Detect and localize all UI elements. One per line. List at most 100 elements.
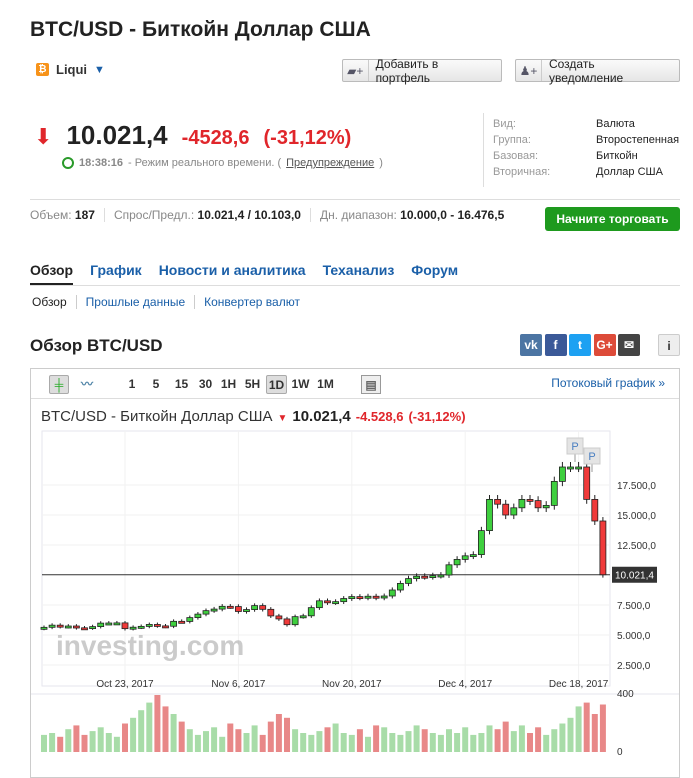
y-tick-label: 7.500,0 — [617, 601, 651, 612]
volume-bar — [340, 733, 347, 752]
volume-bar — [551, 729, 558, 752]
candle-body — [267, 608, 275, 617]
y-tick-label: 5.000,0 — [617, 631, 651, 642]
volume-bar — [308, 734, 315, 752]
candle-body — [575, 466, 582, 470]
volume-bar — [186, 729, 193, 752]
candle-body — [194, 613, 202, 619]
candle-body — [356, 596, 364, 600]
volume-bar — [162, 706, 169, 752]
volume-bar — [502, 721, 509, 752]
candle-body — [518, 499, 526, 509]
candle-body — [567, 466, 574, 470]
candle-body — [129, 626, 137, 630]
volume-bar — [494, 729, 501, 752]
candle-body — [559, 466, 566, 482]
volume-bar — [373, 725, 380, 752]
volume-bar — [446, 729, 452, 752]
volume-bar — [73, 725, 80, 752]
candle-body — [113, 622, 121, 626]
volume-bar — [138, 710, 145, 752]
candle-body — [40, 626, 48, 630]
volume-bar — [178, 721, 185, 752]
candle-body — [405, 578, 412, 584]
volume-bar — [275, 714, 282, 752]
candle-body — [413, 575, 421, 580]
volume-bar — [81, 734, 88, 752]
candle-body — [186, 617, 194, 622]
candle-body — [469, 554, 477, 558]
volume-bar — [211, 727, 218, 752]
candle-body — [372, 595, 380, 599]
volume-bar — [413, 725, 420, 752]
volume-bar — [292, 729, 299, 752]
candle-body — [550, 480, 558, 506]
marker-label: P — [571, 441, 578, 453]
candle-body — [307, 607, 315, 617]
volume-tick-label: 0 — [617, 747, 623, 758]
candle-body — [583, 466, 591, 500]
candle-body — [429, 575, 437, 579]
candle-body — [421, 575, 429, 579]
x-tick-label: Dec 18, 2017 — [549, 679, 609, 690]
candle-body — [275, 615, 283, 620]
last-price-label: 10.021,4 — [615, 571, 654, 582]
candle-body — [494, 499, 502, 505]
volume-bar — [356, 729, 363, 752]
volume-bar — [97, 727, 104, 752]
volume-bar — [486, 725, 493, 752]
volume-bar — [251, 725, 258, 752]
candle-body — [453, 559, 461, 566]
candle-body — [162, 625, 169, 629]
candle-body — [477, 530, 485, 556]
candle-body — [332, 601, 340, 605]
candle-body — [445, 564, 453, 576]
candle-body — [210, 608, 218, 612]
candle-body — [380, 595, 388, 599]
candle-body — [291, 616, 299, 626]
candle-body — [502, 503, 510, 516]
volume-bar — [365, 736, 371, 752]
candle-body — [283, 618, 291, 626]
price-chart[interactable]: 2.500,0 5.000,0 7.500,0 12.500,0 15.000,0 17.… — [0, 0, 693, 775]
volume-bar — [41, 734, 47, 752]
volume-bar — [567, 717, 574, 752]
volume-bar — [170, 714, 177, 752]
watermark: investing.com — [56, 630, 244, 661]
volume-bar — [381, 727, 388, 752]
volume-bar — [535, 727, 542, 752]
candle-body — [81, 627, 88, 631]
volume-bar — [454, 733, 461, 752]
volume-bar — [583, 702, 590, 752]
volume-bar — [478, 733, 485, 752]
volume-bar — [348, 734, 355, 752]
candle-body — [526, 499, 534, 502]
volume-bar — [284, 717, 290, 752]
candle-body — [510, 507, 518, 516]
candle-body — [64, 625, 72, 629]
candle-body — [461, 555, 469, 560]
volume-bar — [154, 695, 161, 752]
candle-body — [486, 499, 493, 532]
x-tick-label: Oct 23, 2017 — [96, 679, 154, 690]
candle-body — [234, 606, 242, 612]
volume-bar — [122, 723, 128, 752]
volume-bar — [113, 736, 120, 752]
volume-bar — [332, 723, 339, 752]
volume-bar — [267, 721, 274, 752]
candle-body — [145, 624, 153, 627]
candle-body — [324, 600, 331, 604]
candle-body — [348, 596, 356, 600]
volume-bar — [49, 733, 56, 752]
candle-body — [259, 605, 267, 610]
y-tick-label: 2.500,0 — [617, 661, 651, 672]
candle-body — [340, 598, 348, 603]
candle-body — [178, 620, 186, 624]
volume-bar — [591, 714, 598, 752]
candle-body — [396, 583, 404, 591]
volume-bar — [203, 731, 209, 752]
volume-bar — [146, 702, 153, 752]
volume-bar — [397, 734, 404, 752]
volume-bar — [89, 731, 96, 752]
volume-bar — [316, 731, 323, 752]
